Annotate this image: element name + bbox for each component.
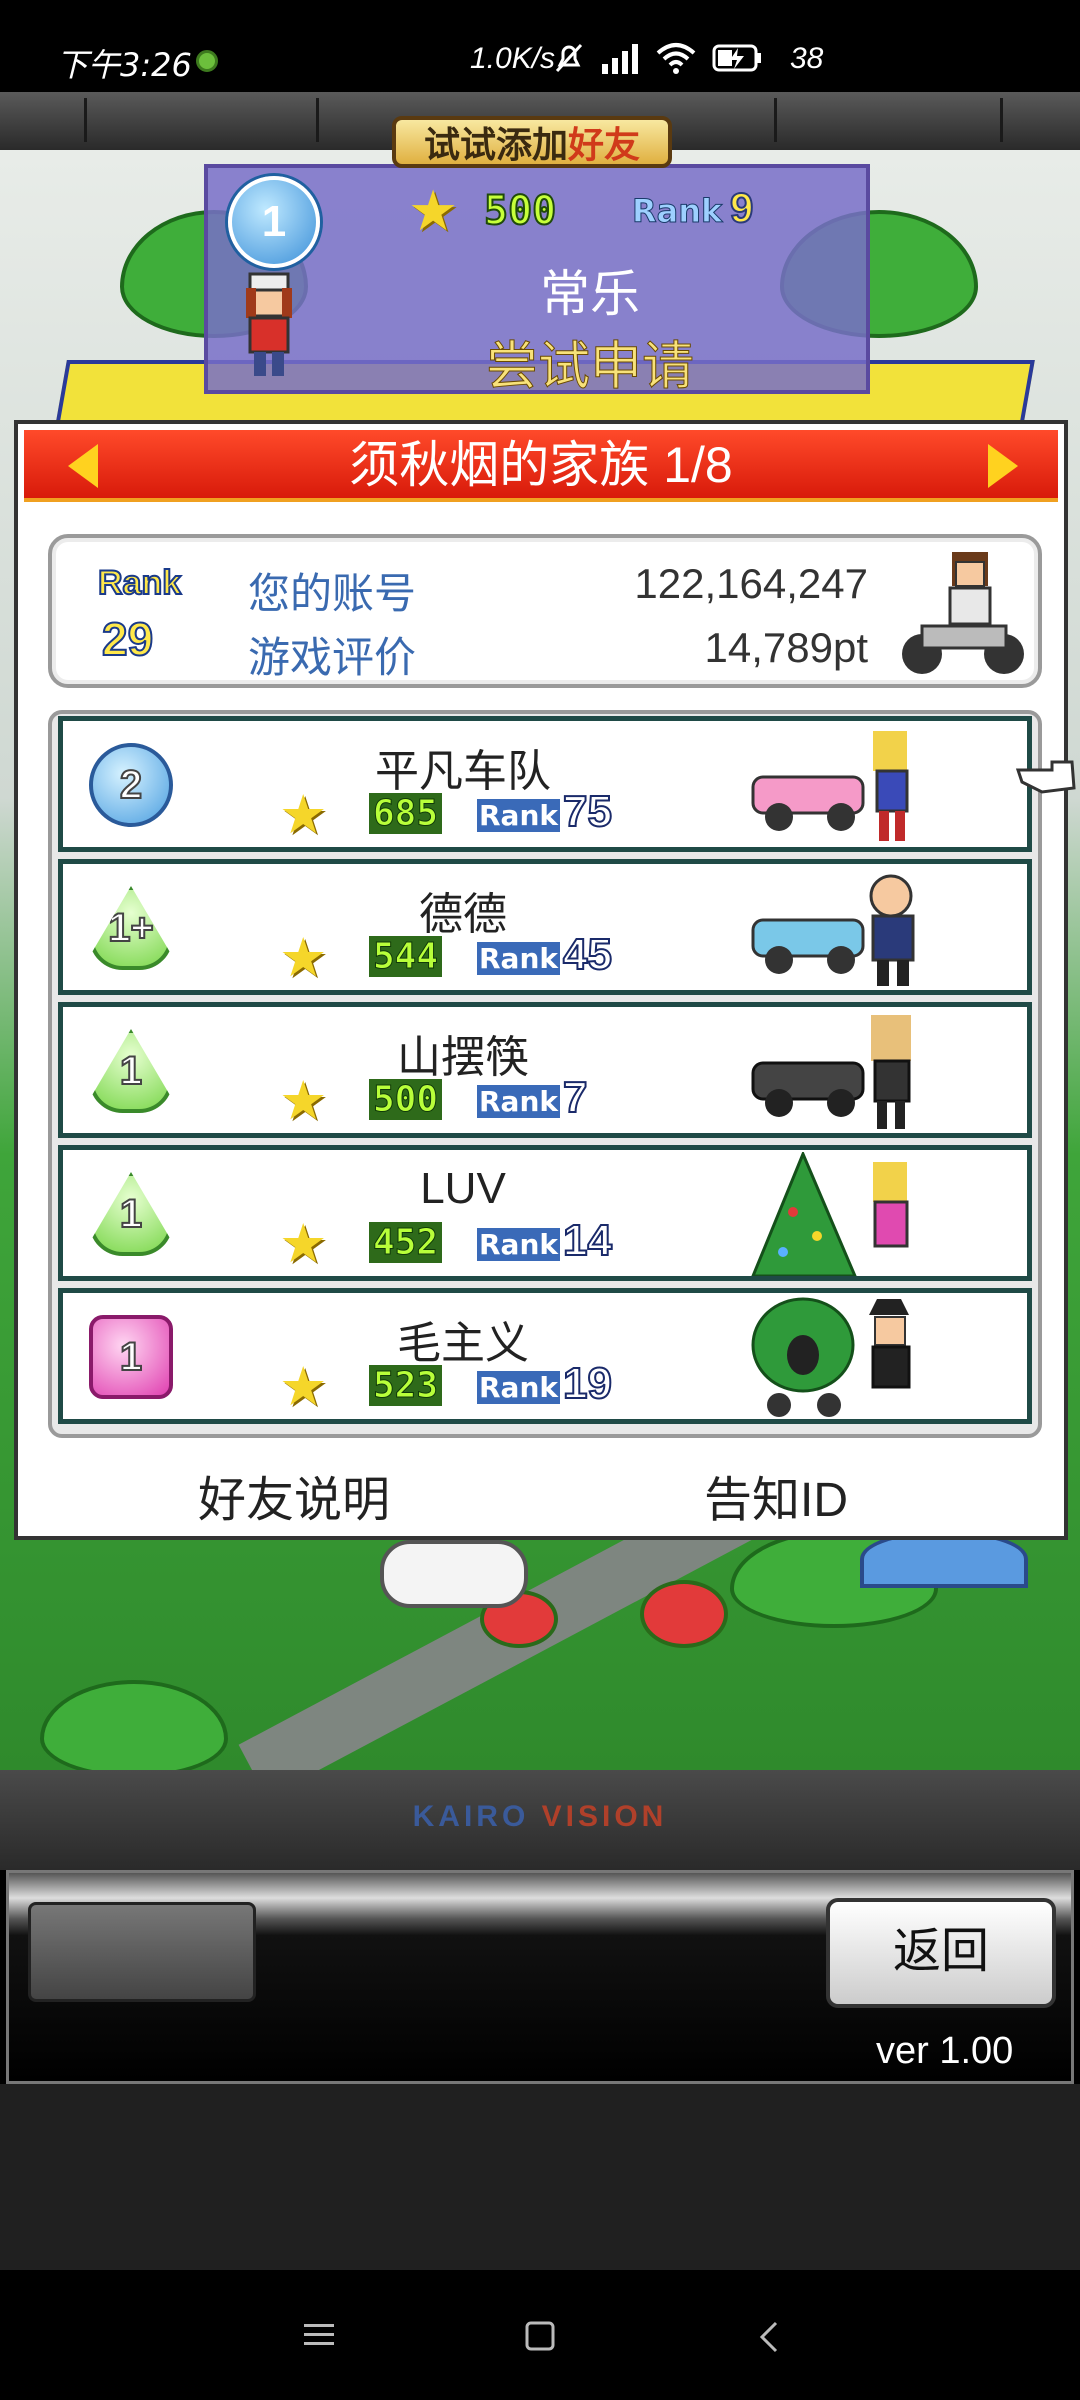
star-icon: ★ — [279, 1214, 328, 1274]
friend-rank: 75 — [562, 786, 613, 837]
profile-name: 常乐 — [540, 266, 640, 322]
friend-name: LUV — [420, 1164, 506, 1213]
next-page-arrow-icon[interactable] — [988, 444, 1018, 488]
panel-title: 须秋烟的家族 1/8 — [349, 437, 733, 493]
account-id-label: 您的账号 — [248, 570, 417, 617]
friend-rank: 45 — [562, 929, 613, 980]
pointer-hand-icon — [1015, 760, 1076, 794]
palm-tree — [40, 1680, 228, 1770]
friend-score: 523 — [369, 1365, 443, 1407]
friend-medal: 1 — [89, 1172, 173, 1256]
battery-level: 38 — [790, 42, 824, 75]
rating-label: 游戏评价 — [248, 634, 417, 681]
account-card: Rank 29 您的账号 122,164,247 游戏评价 14,789pt — [48, 534, 1042, 688]
friend-info-button[interactable]: 好友说明 — [198, 1460, 390, 1530]
try-add-friend-banner: 试试添加 好友 — [392, 116, 672, 168]
friend-medal: 1+ — [89, 886, 173, 970]
panel-header: 须秋烟的家族 1/8 — [24, 430, 1058, 502]
signal-icon — [602, 44, 638, 74]
account-rank-label: Rank — [97, 563, 182, 603]
frame-divider — [1000, 98, 1003, 142]
brand-part-2: VISION — [541, 1800, 668, 1833]
back-nav-icon[interactable] — [756, 2320, 780, 2354]
frame-divider — [316, 98, 319, 142]
friend-medal: 1 — [89, 1315, 173, 1399]
menu-slot-button[interactable] — [28, 1902, 256, 2002]
flower-bush — [640, 1580, 728, 1648]
menu-icon[interactable] — [302, 2320, 336, 2350]
mute-bell-icon — [555, 43, 583, 73]
apply-button[interactable]: 尝试申请 — [470, 324, 710, 399]
friend-score: 500 — [369, 1079, 443, 1121]
friend-list: 2 平凡车队 ★ 685 Rank 75 1+ 德德 ★ 544 Rank 45 — [48, 710, 1042, 1438]
tree-car-character — [751, 1297, 911, 1417]
version-label: ver 1.00 — [876, 2030, 1014, 2072]
friend-row[interactable]: 2 平凡车队 ★ 685 Rank 75 — [58, 716, 1032, 852]
notify-id-button[interactable]: 告知ID — [704, 1460, 848, 1530]
black-car-character — [751, 1015, 911, 1129]
friend-rank-label: Rank — [477, 799, 561, 832]
christmas-tree-character — [751, 1152, 909, 1276]
home-icon[interactable] — [524, 2320, 556, 2352]
brand-part-1: KAIRO — [412, 1800, 530, 1833]
profile-score: 500 — [483, 187, 557, 235]
wifi-icon — [656, 43, 696, 74]
kairosoft-logo: KAIRO VISION — [0, 1800, 1080, 1834]
account-rank-value: 29 — [101, 612, 154, 666]
frame-divider — [84, 98, 87, 142]
profile-medal: 1 — [228, 176, 320, 268]
friend-row[interactable]: 1 LUV ★ 452 Rank 14 — [58, 1145, 1032, 1281]
star-icon: ★ — [279, 785, 328, 845]
friend-medal: 1 — [89, 1029, 173, 1113]
back-button[interactable]: 返回 — [826, 1898, 1056, 2008]
system-nav-bar — [0, 2270, 1080, 2400]
friend-row[interactable]: 1 毛主义 ★ 523 Rank 19 — [58, 1288, 1032, 1424]
friend-medal: 2 — [89, 743, 173, 827]
friend-rank-label: Rank — [477, 1228, 561, 1261]
profile-rank-label: Rank — [631, 192, 723, 231]
friend-rank: 7 — [562, 1072, 589, 1123]
friend-row[interactable]: 1 山摆筷 ★ 500 Rank 7 — [58, 1002, 1032, 1138]
pink-car-character — [751, 731, 909, 841]
status-bar: 下午3:26 1.0K/s 38 — [0, 0, 1080, 92]
friend-score: 685 — [369, 793, 443, 835]
friend-rank: 19 — [562, 1358, 613, 1409]
battery-charging-icon — [712, 44, 761, 72]
network-speed: 1.0K/s — [470, 42, 556, 75]
try-add-text: 试试添加 — [423, 124, 568, 165]
white-car — [380, 1540, 528, 1608]
friend-score: 544 — [369, 936, 443, 978]
status-icons — [552, 38, 762, 78]
motorcycle-avatar — [902, 552, 1024, 674]
empty-area — [0, 2084, 1080, 2270]
profile-avatar — [246, 272, 292, 376]
rating-value: 14,789pt — [704, 624, 869, 671]
friend-rank-label: Rank — [477, 1085, 561, 1118]
friend-rank-label: Rank — [477, 1371, 561, 1404]
blue-car-character — [751, 874, 915, 986]
frame-divider — [774, 98, 777, 142]
family-panel: 须秋烟的家族 1/8 Rank 29 您的账号 122,164,247 游戏评价… — [14, 420, 1068, 1540]
star-icon: ★ — [279, 928, 328, 988]
friend-score: 452 — [369, 1222, 443, 1264]
star-icon: ★ — [408, 179, 459, 242]
friend-rank: 14 — [562, 1215, 613, 1266]
account-id-value: 122,164,247 — [634, 560, 868, 607]
status-time: 下午3:26 — [56, 46, 192, 84]
friend-rank-label: Rank — [477, 942, 561, 975]
star-icon: ★ — [279, 1357, 328, 1417]
profile-rank-value: 9 — [729, 183, 754, 232]
app-notification-icon — [196, 50, 218, 72]
try-add-highlight: 好友 — [568, 124, 641, 165]
friend-row[interactable]: 1+ 德德 ★ 544 Rank 45 — [58, 859, 1032, 995]
star-icon: ★ — [279, 1071, 328, 1131]
